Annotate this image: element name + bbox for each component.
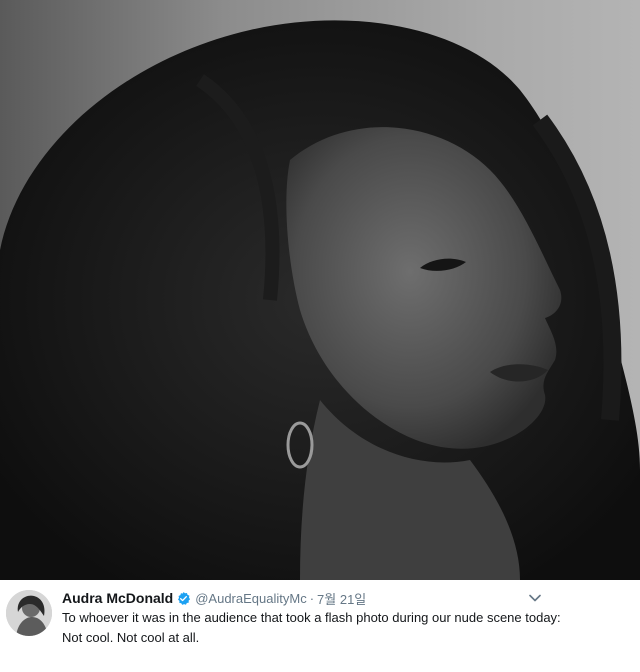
tweet-text: To whoever it was in the audience that t… (62, 610, 561, 645)
author-handle[interactable]: @AudraEqualityMc (195, 591, 306, 606)
chevron-down-icon[interactable] (526, 590, 544, 606)
separator-dot: · (309, 590, 315, 606)
tweet-date[interactable]: 7월 21일 (317, 589, 366, 608)
tweet-photo (0, 0, 640, 580)
tweet-header: Audra McDonald @AudraEqualityMc · 7월 21일 (62, 589, 366, 607)
verified-badge-icon (176, 591, 191, 606)
tweet-card: Audra McDonald @AudraEqualityMc · 7월 21일… (0, 580, 640, 672)
tweet-screenshot: Audra McDonald @AudraEqualityMc · 7월 21일… (0, 0, 640, 672)
author-name[interactable]: Audra McDonald (62, 590, 173, 606)
avatar[interactable] (6, 590, 52, 636)
